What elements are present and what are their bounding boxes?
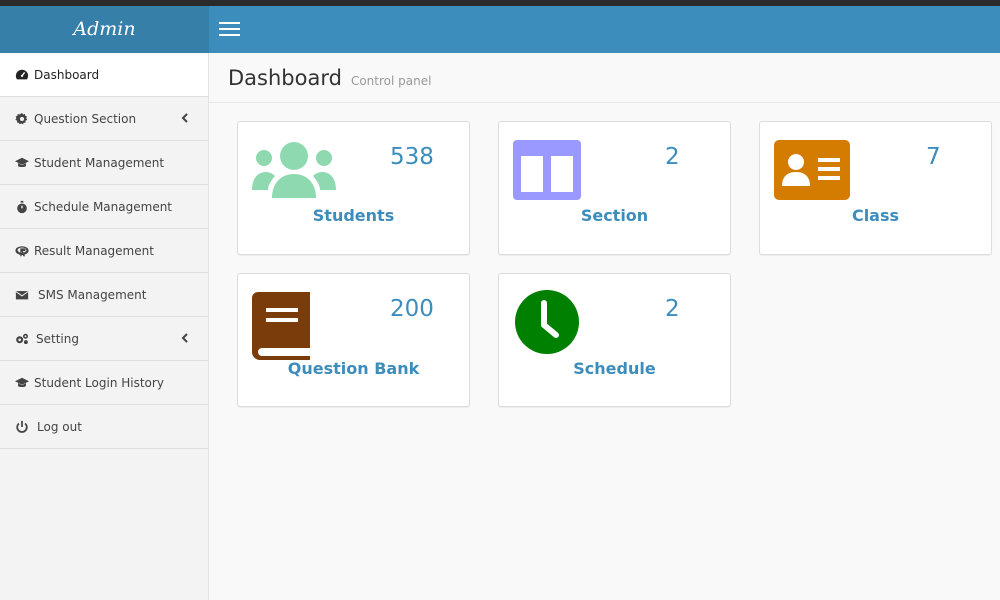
power-icon — [14, 419, 30, 435]
sidebar-item-schedule-management[interactable]: Schedule Management — [0, 185, 208, 229]
gear-icon — [14, 111, 30, 127]
r-logo-icon — [14, 243, 30, 259]
class-label: Class — [851, 206, 900, 225]
columns-icon — [513, 140, 581, 204]
sidebar-item-log-out[interactable]: Log out — [0, 405, 208, 449]
book-icon — [252, 292, 312, 364]
clock-icon — [514, 289, 580, 359]
question-bank-count: 200 — [390, 296, 434, 322]
envelope-icon — [14, 287, 30, 303]
schedule-count: 2 — [665, 296, 680, 322]
id-card-icon — [774, 140, 850, 204]
sidebar-item-question-section[interactable]: Question Section — [0, 97, 208, 141]
sidebar-item-label: Question Section — [34, 111, 137, 126]
card-schedule[interactable]: 2 Schedule — [498, 273, 731, 407]
sidebar-item-sms-management[interactable]: SMS Management — [0, 273, 208, 317]
brand-logo[interactable]: Admin — [0, 6, 209, 53]
content-header: Dashboard Control panel — [209, 53, 1000, 103]
section-label: Section — [580, 206, 649, 225]
graduation-cap-icon — [14, 155, 30, 171]
students-count: 538 — [390, 144, 434, 170]
card-section[interactable]: 2 Section — [498, 121, 731, 255]
page-title: Dashboard — [228, 65, 342, 90]
card-question-bank[interactable]: 200 Question Bank — [237, 273, 470, 407]
sidebar-item-label: Result Management — [34, 243, 154, 258]
page-subtitle: Control panel — [350, 73, 432, 88]
sidebar-item-dashboard[interactable]: Dashboard — [0, 53, 208, 97]
sidebar-item-student-management[interactable]: Student Management — [0, 141, 208, 185]
sidebar-item-label: Schedule Management — [34, 199, 173, 214]
sidebar-item-label: Student Management — [34, 155, 165, 170]
sidebar-item-label: Log out — [37, 419, 82, 434]
sidebar-item-label: Setting — [36, 331, 79, 346]
card-class[interactable]: 7 Class — [759, 121, 992, 255]
dashboard-icon — [14, 67, 30, 83]
top-navbar — [209, 6, 1000, 53]
question-bank-label: Question Bank — [287, 359, 420, 378]
sidebar-item-result-management[interactable]: Result Management — [0, 229, 208, 273]
sidebar-item-label: SMS Management — [38, 287, 147, 302]
chevron-left-icon — [181, 333, 188, 343]
students-label: Students — [312, 206, 395, 225]
main-content: Dashboard Control panel 538 Students 2 S… — [209, 53, 1000, 600]
stopwatch-icon — [14, 199, 30, 215]
chevron-left-icon — [181, 113, 188, 123]
section-count: 2 — [665, 144, 680, 170]
schedule-label: Schedule — [573, 359, 656, 378]
users-icon — [252, 140, 336, 204]
class-count: 7 — [926, 144, 941, 170]
sidebar-item-label: Student Login History — [34, 375, 164, 390]
sidebar-item-student-login-history[interactable]: Student Login History — [0, 361, 208, 405]
gears-icon — [14, 331, 30, 347]
graduation-cap-icon — [14, 375, 30, 391]
hamburger-menu-icon[interactable] — [219, 19, 241, 39]
sidebar-item-label: Dashboard — [34, 67, 100, 82]
sidebar: Dashboard Question Section Student Manag… — [0, 53, 209, 600]
sidebar-item-setting[interactable]: Setting — [0, 317, 208, 361]
card-students[interactable]: 538 Students — [237, 121, 470, 255]
